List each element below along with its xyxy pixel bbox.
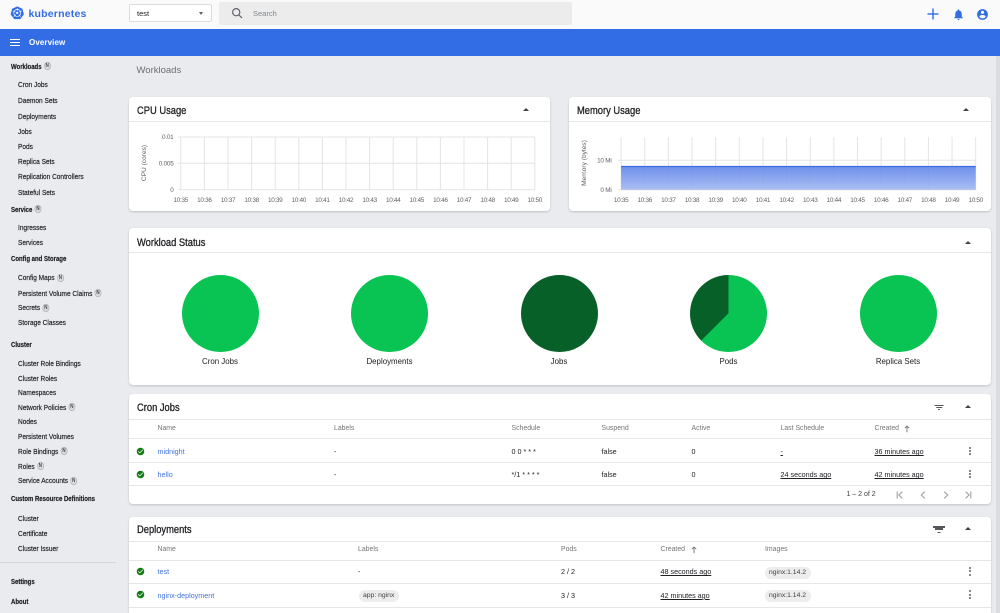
svg-text:10:46: 10:46 [433,197,448,204]
svg-text:10:38: 10:38 [244,197,259,204]
svg-text:10:49: 10:49 [503,197,518,204]
svg-text:10:39: 10:39 [267,197,282,204]
svg-text:0: 0 [170,187,174,194]
svg-text:10:50: 10:50 [527,197,542,204]
svg-text:10:46: 10:46 [874,197,889,204]
svg-text:0.005: 0.005 [158,161,173,168]
svg-text:10:50: 10:50 [968,197,983,204]
svg-text:10:40: 10:40 [732,197,747,204]
svg-text:0 Mi: 0 Mi [600,187,611,194]
svg-text:10 Mi: 10 Mi [597,157,611,164]
svg-text:10:43: 10:43 [803,197,818,204]
svg-text:10:43: 10:43 [362,197,377,204]
svg-text:10:41: 10:41 [756,197,771,204]
svg-text:10:42: 10:42 [338,197,353,204]
svg-text:Memory (bytes): Memory (bytes) [581,140,588,186]
svg-text:10:48: 10:48 [921,197,936,204]
svg-text:10:35: 10:35 [614,197,629,204]
svg-text:10:44: 10:44 [385,197,400,204]
svg-text:10:41: 10:41 [315,197,330,204]
svg-text:10:38: 10:38 [685,197,700,204]
svg-text:0.01: 0.01 [162,134,174,141]
svg-text:10:37: 10:37 [661,197,676,204]
svg-text:10:40: 10:40 [291,197,306,204]
svg-text:10:49: 10:49 [945,197,960,204]
svg-text:10:35: 10:35 [173,197,188,204]
svg-text:10:37: 10:37 [220,197,235,204]
svg-text:10:47: 10:47 [898,197,913,204]
svg-text:CPU (cores): CPU (cores) [141,145,148,181]
svg-text:10:48: 10:48 [480,197,495,204]
svg-text:10:36: 10:36 [197,197,212,204]
svg-text:10:36: 10:36 [637,197,652,204]
svg-text:10:45: 10:45 [409,197,424,204]
svg-text:10:39: 10:39 [708,197,723,204]
svg-text:10:42: 10:42 [779,197,794,204]
svg-text:10:45: 10:45 [850,197,865,204]
svg-text:10:47: 10:47 [456,197,471,204]
svg-text:10:44: 10:44 [827,197,842,204]
